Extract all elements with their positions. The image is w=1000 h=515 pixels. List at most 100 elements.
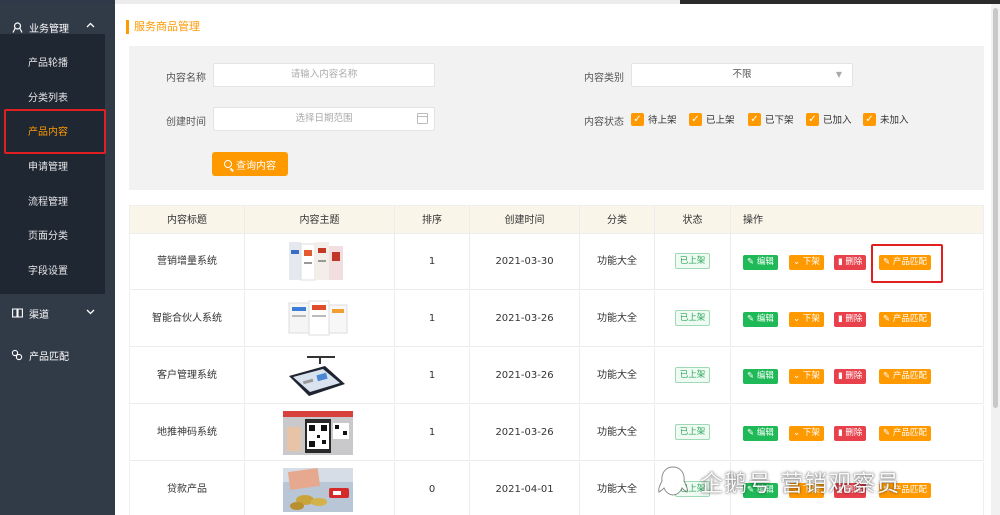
row-sort: 1 bbox=[395, 405, 470, 461]
status-badge: 已上架 bbox=[674, 424, 711, 440]
row-title: 营销增量系统 bbox=[130, 234, 245, 290]
dropdown-caret-icon: ▼ bbox=[835, 70, 842, 79]
delist-button[interactable]: ⌄ 下架 bbox=[789, 255, 824, 270]
sidebar-item-field-settings[interactable]: 字段设置 bbox=[0, 259, 105, 285]
sidebar-group-business[interactable]: 业务管理 bbox=[0, 14, 115, 40]
delist-button[interactable]: ⌄ 下架 bbox=[789, 426, 824, 441]
checkbox-label: 待上架 bbox=[648, 115, 677, 126]
product-match-label: 产品匹配 bbox=[892, 314, 927, 324]
sidebar-item-carousel[interactable]: 产品轮播 bbox=[0, 51, 105, 77]
row-sort: 0 bbox=[395, 462, 470, 515]
row-thumbnail-cell bbox=[245, 234, 395, 290]
row-created: 2021-04-01 bbox=[470, 462, 580, 515]
watermark-text: 企鹅号 营销观察员 bbox=[700, 471, 901, 497]
row-category: 功能大全 bbox=[580, 348, 655, 404]
row-created: 2021-03-30 bbox=[470, 234, 580, 290]
penguin-logo-icon bbox=[658, 466, 688, 496]
table-row: 智能合伙人系统 1 2021-03-26 功能大全 已上架 ✎ 编辑 ⌄ 下架 … bbox=[129, 291, 984, 347]
delete-label: 删除 bbox=[845, 314, 863, 324]
status-checkbox-joined[interactable]: ✓ 已加入 bbox=[806, 112, 852, 126]
table-header: 内容标题 内容主题 排序 创建时间 分类 状态 操作 bbox=[129, 205, 984, 235]
sidebar-group-product-match[interactable]: 产品匹配 bbox=[0, 342, 115, 368]
page-title: 服务商品管理 bbox=[126, 20, 200, 34]
delist-label: 下架 bbox=[802, 257, 820, 267]
edit-button[interactable]: ✎ 编辑 bbox=[743, 255, 778, 270]
row-thumbnail-cell bbox=[245, 462, 395, 515]
header-theme: 内容主题 bbox=[245, 206, 395, 235]
header-sort: 排序 bbox=[395, 206, 470, 235]
table-row: 营销增量系统 1 2021-03-30 功能大全 已上架 ✎ 编辑 ⌄ 下架 ▮… bbox=[129, 234, 984, 290]
content-status-label: 内容状态 bbox=[584, 117, 624, 128]
query-button[interactable]: 查询内容 bbox=[212, 152, 288, 176]
sidebar-group-channel-label: 渠道 bbox=[29, 309, 49, 321]
content-category-value: 不限 bbox=[732, 69, 752, 80]
date-range-placeholder: 选择日期范围 bbox=[295, 113, 353, 124]
delete-label: 删除 bbox=[845, 371, 863, 381]
checkbox-checked-icon[interactable]: ✓ bbox=[863, 112, 876, 126]
status-checkbox-not-joined[interactable]: ✓ 未加入 bbox=[863, 112, 909, 126]
product-match-button[interactable]: ✎ 产品匹配 bbox=[879, 312, 931, 327]
content-name-label: 内容名称 bbox=[166, 73, 206, 84]
scrollbar-thumb[interactable] bbox=[993, 8, 998, 408]
sidebar-group-channel[interactable]: 渠道 bbox=[0, 300, 115, 326]
delist-button[interactable]: ⌄ 下架 bbox=[789, 369, 824, 384]
edit-button[interactable]: ✎ 编辑 bbox=[743, 369, 778, 384]
content-category-label: 内容类别 bbox=[584, 73, 624, 84]
sidebar-item-label: 字段设置 bbox=[28, 266, 68, 277]
date-range-input[interactable]: 选择日期范围 bbox=[213, 107, 435, 131]
content-category-select[interactable]: 不限 ▼ bbox=[631, 63, 853, 87]
row-sort: 1 bbox=[395, 234, 470, 290]
checkbox-checked-icon[interactable]: ✓ bbox=[748, 112, 761, 126]
edit-button[interactable]: ✎ 编辑 bbox=[743, 426, 778, 441]
content-thumbnail bbox=[283, 411, 353, 455]
product-match-label: 产品匹配 bbox=[892, 371, 927, 381]
delete-button[interactable]: ▮ 删除 bbox=[834, 426, 867, 441]
sidebar-item-applications[interactable]: 申请管理 bbox=[0, 155, 105, 181]
scrollbar[interactable] bbox=[991, 4, 1000, 515]
edit-label: 编辑 bbox=[756, 257, 774, 267]
row-title: 贷款产品 bbox=[130, 462, 245, 515]
edit-button[interactable]: ✎ 编辑 bbox=[743, 312, 778, 327]
search-icon bbox=[224, 160, 232, 168]
row-sort: 1 bbox=[395, 348, 470, 404]
status-checkbox-delisted[interactable]: ✓ 已下架 bbox=[748, 112, 794, 126]
status-badge: 已上架 bbox=[674, 253, 711, 269]
row-created: 2021-03-26 bbox=[470, 405, 580, 461]
row-sort: 1 bbox=[395, 291, 470, 347]
checkbox-checked-icon[interactable]: ✓ bbox=[631, 112, 644, 126]
checkbox-label: 已加入 bbox=[823, 115, 852, 126]
header-actions: 操作 bbox=[743, 215, 763, 226]
row-title: 智能合伙人系统 bbox=[130, 291, 245, 347]
checkbox-checked-icon[interactable]: ✓ bbox=[689, 112, 702, 126]
status-checkbox-listed[interactable]: ✓ 已上架 bbox=[689, 112, 735, 126]
product-match-label: 产品匹配 bbox=[892, 428, 927, 438]
status-checkbox-pending[interactable]: ✓ 待上架 bbox=[631, 112, 677, 126]
row-created: 2021-03-26 bbox=[470, 291, 580, 347]
header-title: 内容标题 bbox=[130, 206, 245, 235]
row-status-cell: 已上架 bbox=[655, 348, 731, 404]
row-category: 功能大全 bbox=[580, 291, 655, 347]
sidebar-item-label: 页面分类 bbox=[28, 231, 68, 242]
delete-button[interactable]: ▮ 删除 bbox=[834, 369, 867, 384]
content-name-input[interactable]: 请输入内容名称 bbox=[213, 63, 435, 87]
header-created: 创建时间 bbox=[470, 206, 580, 235]
sidebar-item-page-category[interactable]: 页面分类 bbox=[0, 224, 105, 250]
delist-button[interactable]: ⌄ 下架 bbox=[789, 312, 824, 327]
delete-label: 删除 bbox=[845, 428, 863, 438]
sidebar-item-process[interactable]: 流程管理 bbox=[0, 190, 105, 216]
product-match-button[interactable]: ✎ 产品匹配 bbox=[879, 369, 931, 384]
edit-label: 编辑 bbox=[756, 428, 774, 438]
chevron-up-icon bbox=[86, 21, 95, 33]
row-status-cell: 已上架 bbox=[655, 291, 731, 347]
product-match-button[interactable]: ✎ 产品匹配 bbox=[879, 426, 931, 441]
status-badge: 已上架 bbox=[674, 367, 711, 383]
delist-label: 下架 bbox=[802, 428, 820, 438]
checkbox-checked-icon[interactable]: ✓ bbox=[806, 112, 819, 126]
watermark: 企鹅号 营销观察员 bbox=[654, 461, 900, 501]
status-badge: 已上架 bbox=[674, 310, 711, 326]
checkbox-label: 已下架 bbox=[765, 115, 794, 126]
delete-button[interactable]: ▮ 删除 bbox=[834, 312, 867, 327]
delete-button[interactable]: ▮ 删除 bbox=[834, 255, 867, 270]
row-thumbnail-cell bbox=[245, 348, 395, 404]
edit-label: 编辑 bbox=[756, 371, 774, 381]
